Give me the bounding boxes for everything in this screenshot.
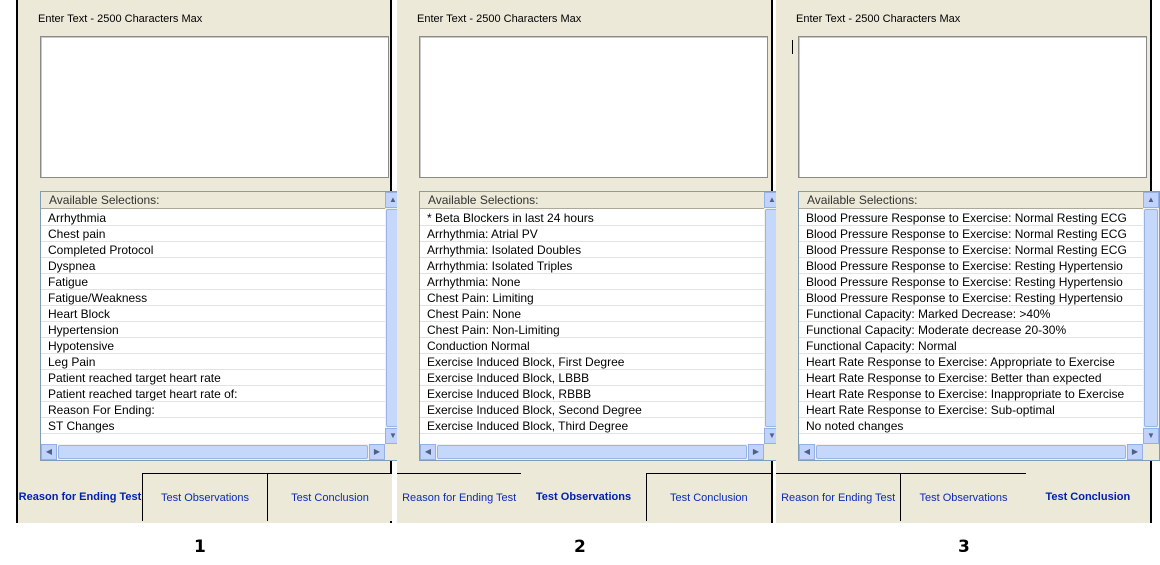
list-rows: Blood Pressure Response to Exercise: Nor… <box>799 210 1143 434</box>
list-item[interactable]: Heart Rate Response to Exercise: Inappro… <box>799 386 1143 402</box>
list-item[interactable]: Blood Pressure Response to Exercise: Res… <box>799 274 1143 290</box>
list-item[interactable]: Conduction Normal <box>420 338 764 354</box>
list-header: Available Selections: <box>41 192 385 209</box>
list-item[interactable]: Blood Pressure Response to Exercise: Res… <box>799 290 1143 306</box>
list-item[interactable]: Arrhythmia: Atrial PV <box>420 226 764 242</box>
list-item[interactable]: Arrhythmia: Isolated Triples <box>420 258 764 274</box>
panel-number: 3 <box>958 537 970 557</box>
list-item[interactable]: Exercise Induced Block, Third Degree <box>420 418 764 434</box>
list-item[interactable]: Arrhythmia <box>41 210 385 226</box>
list-item[interactable]: Leg Pain <box>41 354 385 370</box>
horizontal-scroll-thumb[interactable] <box>58 445 368 459</box>
scroll-up-arrow-icon[interactable]: ▲ <box>1143 192 1159 208</box>
scrollbar-corner <box>1143 444 1159 460</box>
available-selections-list[interactable]: Available Selections: Arrhythmia Chest pai… <box>40 191 402 461</box>
list-item[interactable]: Arrhythmia: Isolated Doubles <box>420 242 764 258</box>
free-text-input[interactable] <box>40 36 389 178</box>
panel-3: Enter Text - 2500 Characters Max Availabl… <box>776 0 1160 523</box>
list-item[interactable]: Blood Pressure Response to Exercise: Res… <box>799 258 1143 274</box>
list-item[interactable]: Hypotensive <box>41 338 385 354</box>
horizontal-scroll-thumb[interactable] <box>437 445 747 459</box>
list-item[interactable]: Chest Pain: Limiting <box>420 290 764 306</box>
tab-reason-for-ending-test[interactable]: Reason for Ending Test <box>776 473 901 521</box>
free-text-input[interactable] <box>419 36 768 178</box>
panel-number: 2 <box>574 537 586 557</box>
list-item[interactable]: Functional Capacity: Marked Decrease: >4… <box>799 306 1143 322</box>
list-item[interactable]: Heart Rate Response to Exercise: Appropr… <box>799 354 1143 370</box>
text-entry-label: Enter Text - 2500 Characters Max <box>796 13 961 25</box>
tab-bar: Reason for Ending Test Test Observations T… <box>18 473 392 521</box>
list-item[interactable]: Blood Pressure Response to Exercise: Nor… <box>799 226 1143 242</box>
tab-bar: Reason for Ending Test Test Observations T… <box>776 473 1150 521</box>
list-item[interactable]: Arrhythmia: None <box>420 274 764 290</box>
list-item[interactable]: Chest Pain: None <box>420 306 764 322</box>
list-item[interactable]: Exercise Induced Block, Second Degree <box>420 402 764 418</box>
tab-test-observations[interactable]: Test Observations <box>142 473 267 521</box>
list-item[interactable]: Completed Protocol <box>41 242 385 258</box>
list-item[interactable]: ST Changes <box>41 418 385 434</box>
list-item[interactable]: Fatigue <box>41 274 385 290</box>
text-caret <box>792 40 793 54</box>
scroll-left-arrow-icon[interactable]: ◀ <box>420 444 436 460</box>
scroll-right-arrow-icon[interactable]: ▶ <box>369 444 385 460</box>
tab-reason-for-ending-test[interactable]: Reason for Ending Test <box>397 473 522 521</box>
list-item[interactable]: Chest pain <box>41 226 385 242</box>
list-item[interactable]: Fatigue/Weakness <box>41 290 385 306</box>
horizontal-scrollbar[interactable]: ◀ ▶ <box>799 444 1143 460</box>
list-item[interactable]: Dyspnea <box>41 258 385 274</box>
list-item[interactable]: Reason For Ending: <box>41 402 385 418</box>
list-item[interactable]: Chest Pain: Non-Limiting <box>420 322 764 338</box>
panel-1: Enter Text - 2500 Characters Max Availabl… <box>16 0 402 523</box>
scroll-right-arrow-icon[interactable]: ▶ <box>1127 444 1143 460</box>
tab-test-conclusion[interactable]: Test Conclusion <box>645 473 771 521</box>
tab-test-observations[interactable]: Test Observations <box>521 473 645 521</box>
horizontal-scrollbar[interactable]: ◀ ▶ <box>41 444 385 460</box>
panel-number: 1 <box>194 537 206 557</box>
list-item[interactable]: Hypertension <box>41 322 385 338</box>
list-header: Available Selections: <box>799 192 1143 209</box>
list-item[interactable]: Blood Pressure Response to Exercise: Nor… <box>799 242 1143 258</box>
vertical-scrollbar[interactable]: ▲ ▼ <box>1143 192 1159 444</box>
tab-test-conclusion[interactable]: Test Conclusion <box>267 473 392 521</box>
horizontal-scroll-thumb[interactable] <box>816 445 1126 459</box>
text-entry-label: Enter Text - 2500 Characters Max <box>38 13 203 25</box>
list-item[interactable]: Functional Capacity: Moderate decrease 2… <box>799 322 1143 338</box>
list-item[interactable]: Exercise Induced Block, RBBB <box>420 386 764 402</box>
tab-reason-for-ending-test[interactable]: Reason for Ending Test <box>18 473 142 521</box>
vertical-scroll-thumb[interactable] <box>1144 209 1158 427</box>
tab-test-observations[interactable]: Test Observations <box>900 473 1026 521</box>
panel-2: Enter Text - 2500 Characters Max Availabl… <box>397 0 781 523</box>
list-item[interactable]: Functional Capacity: Normal <box>799 338 1143 354</box>
list-item[interactable]: Heart Block <box>41 306 385 322</box>
scroll-down-arrow-icon[interactable]: ▼ <box>1143 428 1159 444</box>
list-header: Available Selections: <box>420 192 764 209</box>
horizontal-scrollbar[interactable]: ◀ ▶ <box>420 444 764 460</box>
scroll-left-arrow-icon[interactable]: ◀ <box>799 444 815 460</box>
list-item[interactable]: Heart Rate Response to Exercise: Better … <box>799 370 1143 386</box>
list-item[interactable]: * Beta Blockers in last 24 hours <box>420 210 764 226</box>
list-item[interactable]: Patient reached target heart rate <box>41 370 385 386</box>
list-item[interactable]: Blood Pressure Response to Exercise: Nor… <box>799 210 1143 226</box>
available-selections-list[interactable]: Available Selections: Blood Pressure Resp… <box>798 191 1160 461</box>
list-rows: Arrhythmia Chest pain Completed Protocol Dy… <box>41 210 385 434</box>
free-text-input[interactable] <box>798 36 1147 178</box>
tab-test-conclusion[interactable]: Test Conclusion <box>1026 473 1150 521</box>
list-item[interactable]: No noted changes <box>799 418 1143 434</box>
list-item[interactable]: Heart Rate Response to Exercise: Sub-opt… <box>799 402 1143 418</box>
list-item[interactable]: Exercise Induced Block, LBBB <box>420 370 764 386</box>
available-selections-list[interactable]: Available Selections: * Beta Blockers in … <box>419 191 781 461</box>
list-item[interactable]: Patient reached target heart rate of: <box>41 386 385 402</box>
scroll-left-arrow-icon[interactable]: ◀ <box>41 444 57 460</box>
list-rows: * Beta Blockers in last 24 hours Arrhythm… <box>420 210 764 434</box>
list-item[interactable]: Exercise Induced Block, First Degree <box>420 354 764 370</box>
text-entry-label: Enter Text - 2500 Characters Max <box>417 13 582 25</box>
scroll-right-arrow-icon[interactable]: ▶ <box>748 444 764 460</box>
tab-bar: Reason for Ending Test Test Observations T… <box>397 473 771 521</box>
